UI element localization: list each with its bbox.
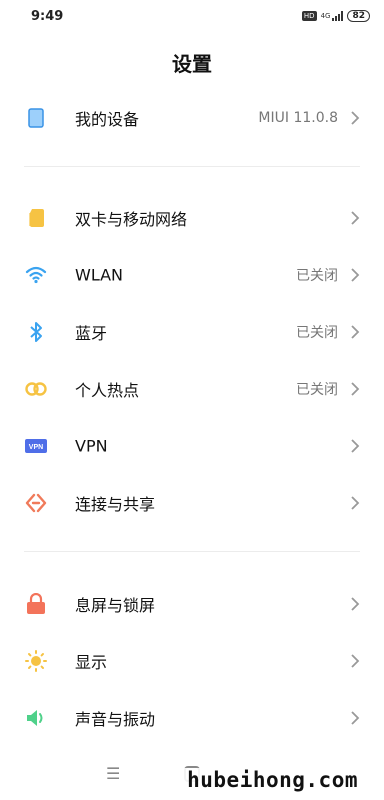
chevron-right-icon	[351, 710, 360, 725]
device-icon	[24, 106, 48, 130]
chevron-right-icon	[351, 596, 360, 611]
settings-item-value: MIUI 11.0.8	[258, 109, 338, 126]
chevron-right-icon	[351, 110, 360, 125]
page-title: 设置	[172, 52, 212, 76]
vpn-icon: VPN	[24, 434, 48, 458]
chevron-right-icon	[351, 495, 360, 510]
settings-item-label: 我的设备	[75, 109, 140, 129]
settings-item-sound[interactable]: 声音与振动	[0, 689, 384, 746]
settings-item-label: 声音与振动	[75, 709, 156, 729]
status-time: 9:49	[31, 9, 64, 24]
divider	[24, 551, 360, 552]
settings-item-vpn[interactable]: VPN VPN	[0, 417, 384, 474]
chevron-right-icon	[351, 324, 360, 339]
chevron-right-icon	[351, 381, 360, 396]
settings-item-value: 已关闭	[296, 324, 338, 341]
watermark: hubeihong.com	[183, 768, 362, 792]
settings-item-label: 个人热点	[75, 380, 140, 400]
bluetooth-icon	[24, 320, 48, 344]
chevron-right-icon	[351, 653, 360, 668]
sun-icon	[24, 649, 48, 673]
settings-item-label: 连接与共享	[75, 494, 156, 514]
svg-text:VPN: VPN	[29, 444, 43, 451]
share-icon	[24, 491, 48, 515]
status-bar: 9:49 HD 4G 82	[0, 0, 384, 34]
settings-item-my-device[interactable]: 我的设备 MIUI 11.0.8	[0, 89, 384, 146]
settings-item-display[interactable]: 显示	[0, 632, 384, 689]
hotspot-icon	[24, 377, 48, 401]
navigation-bar: ☰ hubeihong.com	[0, 752, 384, 800]
settings-item-label: WLAN	[75, 265, 124, 284]
settings-item-value: 已关闭	[296, 381, 338, 398]
settings-item-dual-sim[interactable]: 双卡与移动网络	[0, 189, 384, 246]
menu-icon[interactable]: ☰	[106, 764, 120, 783]
network-type-icon: 4G	[320, 11, 331, 20]
chevron-right-icon	[351, 210, 360, 225]
status-icons: HD 4G 82	[301, 10, 370, 22]
settings-item-label: 显示	[75, 652, 108, 672]
settings-item-wlan[interactable]: WLAN 已关闭	[0, 246, 384, 303]
divider	[24, 166, 360, 167]
speaker-icon	[24, 706, 48, 730]
settings-item-lock-screen[interactable]: 息屏与锁屏	[0, 575, 384, 632]
settings-item-bluetooth[interactable]: 蓝牙 已关闭	[0, 303, 384, 360]
settings-item-value: 已关闭	[296, 267, 338, 284]
battery-icon: 82	[347, 10, 370, 22]
signal-icon	[332, 11, 344, 21]
chevron-right-icon	[351, 438, 360, 453]
lock-icon	[24, 592, 48, 616]
hd-icon: HD	[301, 11, 317, 21]
sim-card-icon	[24, 206, 48, 230]
settings-item-label: 息屏与锁屏	[75, 595, 156, 615]
settings-item-label: 蓝牙	[75, 323, 108, 343]
settings-item-label: 双卡与移动网络	[75, 209, 188, 229]
settings-item-hotspot[interactable]: 个人热点 已关闭	[0, 360, 384, 417]
settings-item-label: VPN	[75, 436, 108, 455]
chevron-right-icon	[351, 267, 360, 282]
wifi-icon	[24, 263, 48, 287]
settings-item-connection-sharing[interactable]: 连接与共享	[0, 474, 384, 531]
